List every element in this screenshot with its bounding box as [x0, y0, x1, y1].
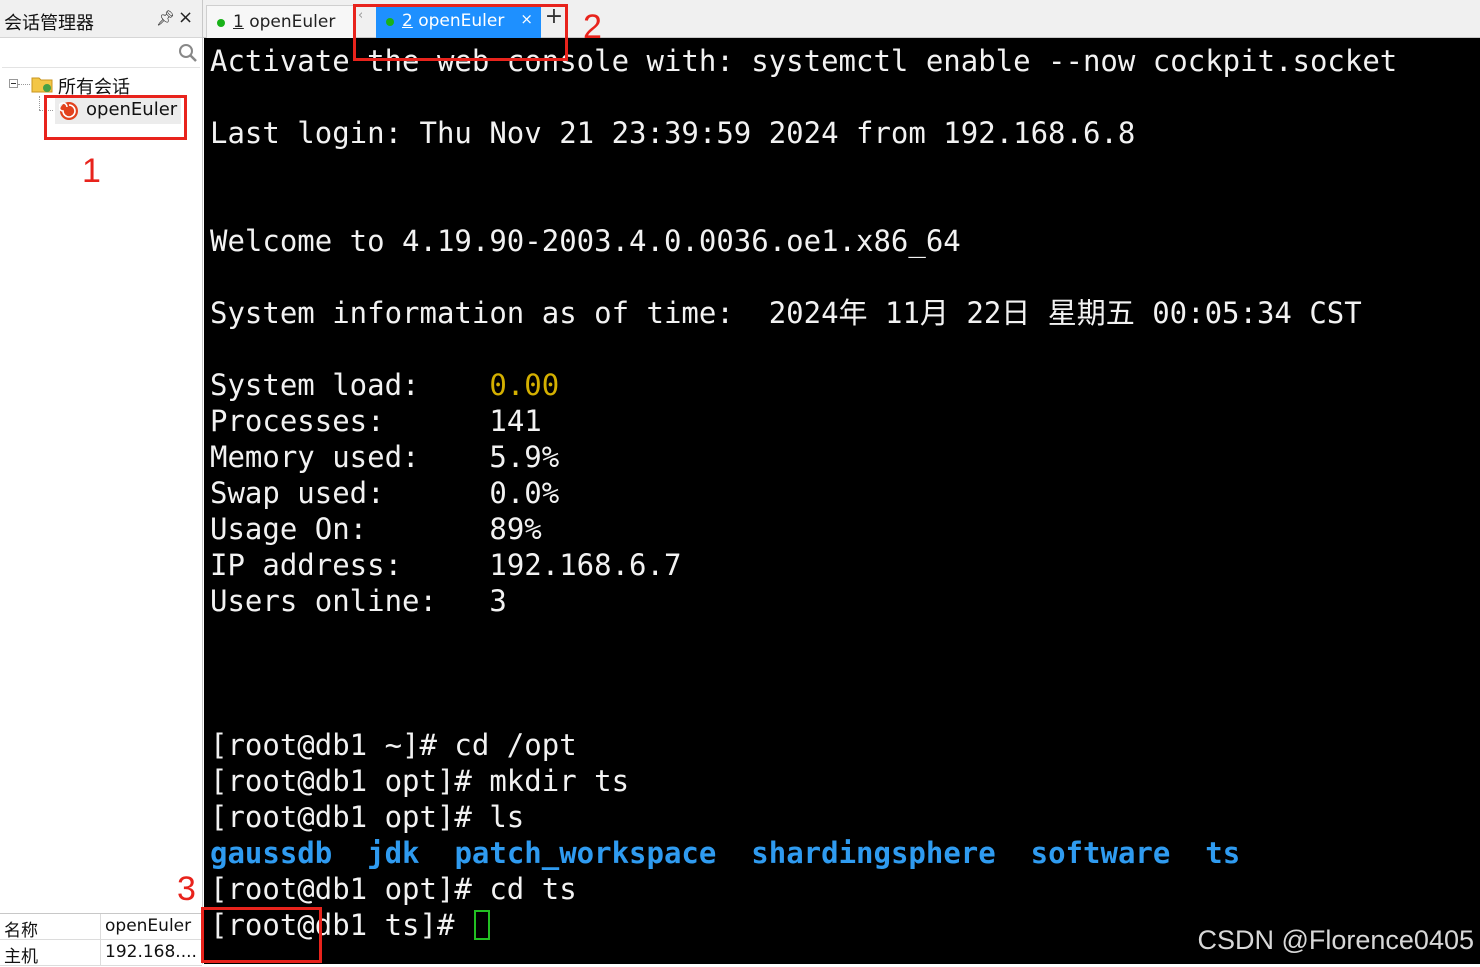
directory-entry: patch_workspace: [454, 836, 717, 870]
tree-collapse-toggle[interactable]: [9, 79, 18, 88]
close-icon[interactable]: ×: [178, 7, 193, 28]
annotation-number-1: 1: [82, 152, 101, 190]
directory-entry: jdk: [367, 836, 420, 870]
session-manager-header: 会话管理器 📌︎ ×: [0, 0, 202, 38]
pin-icon[interactable]: 📌︎: [156, 9, 175, 27]
table-row: 名称 openEuler: [0, 914, 202, 941]
terminal-view[interactable]: Activate the web console with: systemctl…: [204, 38, 1480, 964]
terminal-line: Last login: Thu Nov 21 23:39:59 2024 fro…: [210, 116, 1136, 150]
properties-table: 名称 openEuler 主机 192.168....: [0, 913, 202, 967]
system-load-value: 0.00: [489, 368, 560, 402]
folder-icon: [31, 77, 53, 93]
stat-line: Usage On: 89%: [210, 512, 542, 546]
session-search: [2, 40, 200, 68]
annotation-box-3: [201, 907, 322, 963]
directory-entry: shardingsphere: [751, 836, 996, 870]
ls-output: gaussdb jdk patch_workspace shardingsphe…: [210, 835, 1240, 871]
stat-line: Swap used: 0.0%: [210, 476, 560, 510]
annotation-number-3: 3: [177, 870, 196, 908]
search-icon[interactable]: [177, 42, 199, 64]
watermark: CSDN @Florence0405: [1197, 925, 1474, 955]
command-line: [root@db1 ~]# cd /opt: [210, 728, 577, 762]
command-line: [root@db1 opt]# ls: [210, 800, 525, 834]
tab-session-1[interactable]: 1 openEuler: [206, 5, 356, 38]
terminal-line: Welcome to 4.19.90-2003.4.0.0036.oe1.x86…: [210, 224, 961, 258]
tree-connector: [18, 84, 30, 85]
annotation-box-2: [353, 4, 568, 61]
command-line: [root@db1 opt]# cd ts: [210, 872, 577, 906]
property-value: openEuler: [105, 916, 192, 936]
search-input[interactable]: [2, 40, 176, 68]
stat-line: System load: 0.00: [210, 368, 560, 402]
directory-entry: ts: [1205, 836, 1241, 870]
terminal-line: System information as of time: 2024年 11月…: [210, 296, 1362, 330]
directory-entry: gaussdb: [210, 836, 333, 870]
panel-title: 会话管理器: [4, 13, 94, 34]
session-manager-panel: 会话管理器 📌︎ × 所有会话 openEuler 名称 openEuler 主…: [0, 0, 203, 967]
stat-line: Users online: 3: [210, 584, 507, 618]
tree-connector: [39, 96, 40, 110]
column-divider: [100, 914, 101, 965]
property-value: 192.168....: [105, 942, 197, 962]
stat-line: Processes: 141: [210, 404, 542, 438]
property-key: 名称: [4, 921, 38, 941]
connected-status-icon: [217, 19, 225, 27]
tab-label: 1 openEuler: [233, 12, 336, 32]
stat-line: IP address: 192.168.6.7: [210, 548, 682, 582]
annotation-number-2: 2: [583, 8, 602, 46]
terminal-cursor: [473, 910, 490, 940]
directory-entry: software: [1030, 836, 1171, 870]
command-line: [root@db1 opt]# mkdir ts: [210, 764, 630, 798]
table-row: 主机 192.168....: [0, 940, 202, 967]
property-key: 主机: [4, 947, 38, 967]
stat-line: Memory used: 5.9%: [210, 440, 560, 474]
annotation-box-1: [44, 95, 187, 140]
